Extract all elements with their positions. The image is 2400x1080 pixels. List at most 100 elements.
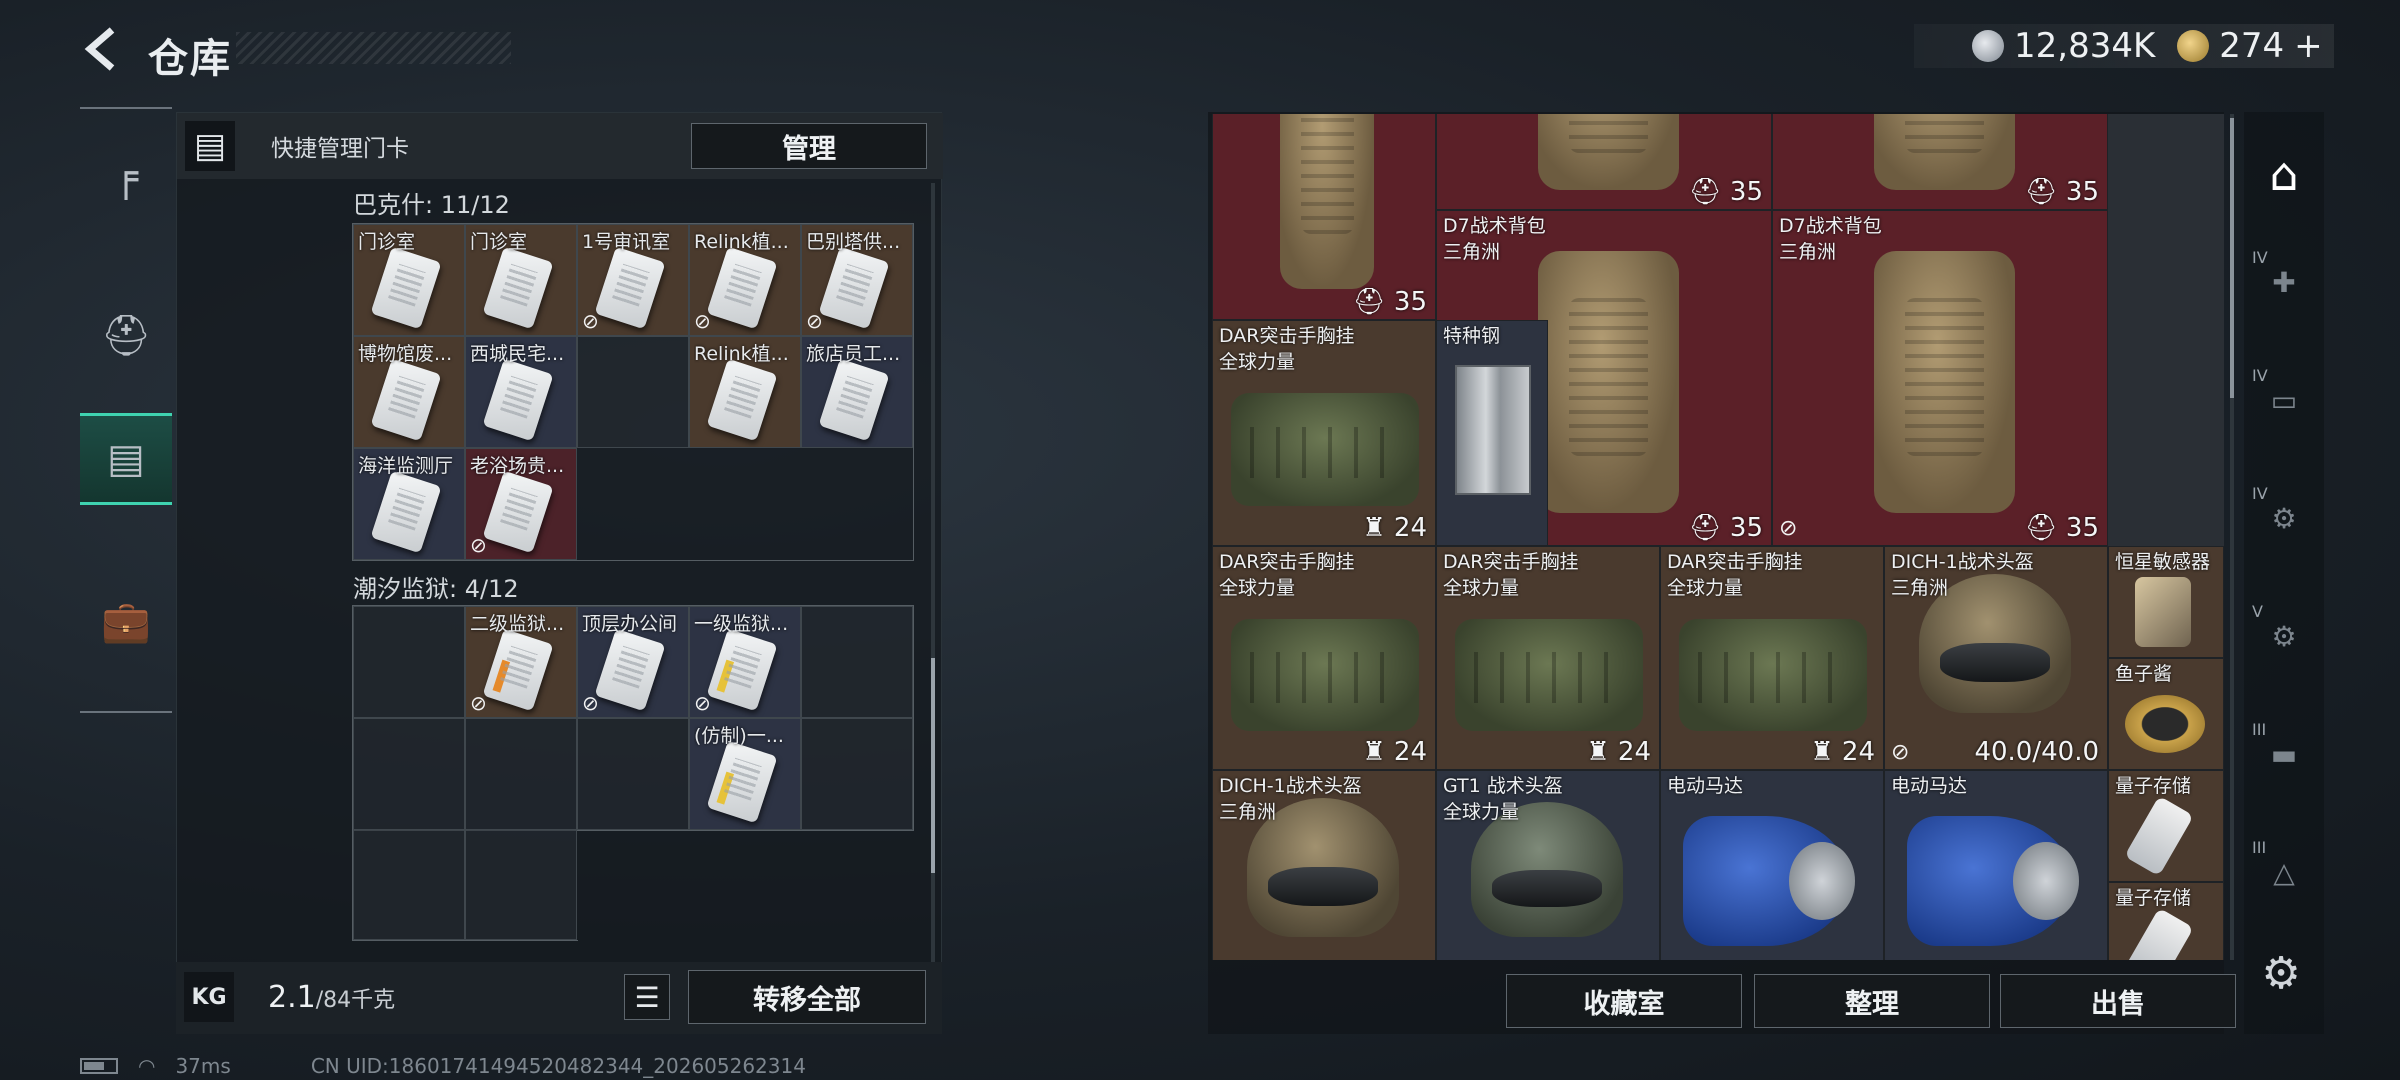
keycard-slot-empty[interactable]: [465, 718, 577, 830]
keycard-slot-empty[interactable]: [801, 718, 913, 830]
keycard-slot-empty[interactable]: [801, 606, 913, 718]
keycard-slot[interactable]: Relink植...: [689, 336, 801, 448]
chest-rig-image: [1678, 618, 1868, 731]
keycard-panel: ▤ 快捷管理门卡 管理 巴克什: 11/12 门诊室 门诊室 1号审讯室 ⊘ Relin…: [176, 112, 943, 1034]
keycard-slot[interactable]: 博物馆废...: [353, 336, 465, 448]
battery-icon: [80, 1058, 118, 1074]
gear-slot-icon: ⚙: [2271, 619, 2297, 653]
stash-item[interactable]: 恒星敏感器: [2108, 546, 2224, 658]
keycard-label: 巴别塔供...: [806, 231, 901, 253]
keycard-slot[interactable]: 1号审讯室 ⊘: [577, 224, 689, 336]
right-nav-item[interactable]: △ III: [2244, 822, 2324, 922]
stash-item[interactable]: 特种钢: [1436, 320, 1548, 546]
sell-button[interactable]: 出售: [2000, 974, 2236, 1028]
item-name: DAR突击手胸挂: [1667, 551, 1803, 573]
right-nav-item[interactable]: ✚ IV: [2244, 232, 2324, 332]
keycard-label: 二级监狱...: [470, 613, 565, 635]
right-nav-item[interactable]: ▭ IV: [2244, 350, 2324, 450]
keycard-slot-empty[interactable]: [577, 336, 689, 448]
stash-item[interactable]: DICH-1战术头盔 三角洲 40.0/40.0 ⊘: [1884, 546, 2108, 770]
stash-item[interactable]: 鱼子酱: [2108, 658, 2224, 770]
stash-item[interactable]: 量子存储: [2108, 882, 2224, 960]
item-faction: 三角洲: [1891, 577, 1949, 599]
keycard-slot-empty[interactable]: [465, 829, 577, 940]
keycard-slot[interactable]: 老浴场贵... ⊘: [465, 448, 577, 560]
item-name: 恒星敏感器: [2115, 551, 2211, 573]
stash-item[interactable]: ⛑ 35: [1212, 114, 1436, 320]
backpack-icon: ⛑: [100, 312, 152, 359]
keycard-label: Relink植...: [694, 231, 789, 253]
back-arrow-icon[interactable]: [78, 24, 124, 74]
settings-gear-icon[interactable]: ⚙: [2256, 948, 2306, 999]
no-transfer-icon: ⊘: [806, 309, 823, 333]
keycard-label: Relink植...: [694, 343, 789, 365]
keycard-panel-header: ▤ 快捷管理门卡 管理: [177, 113, 943, 179]
right-nav-item[interactable]: ▬ III: [2244, 704, 2324, 804]
keycard-slot[interactable]: 门诊室: [465, 224, 577, 336]
stash-item[interactable]: 电动马达: [1884, 770, 2108, 960]
item-name: 量子存储: [2115, 775, 2192, 797]
keycard-slot[interactable]: 西城民宅...: [465, 336, 577, 448]
no-transfer-icon: ⊘: [582, 691, 599, 715]
item-name: D7战术背包: [1443, 215, 1546, 237]
keycard-slot[interactable]: Relink植... ⊘: [689, 224, 801, 336]
section-title-tidal-prison: 潮汐监狱: 4/12: [353, 575, 519, 603]
keycard-label: 一级监狱...: [694, 613, 789, 635]
keycard-scrollbar-track: [931, 183, 935, 1023]
keycard-slot[interactable]: 旅店员工...: [801, 336, 913, 448]
right-nav: ⌂ ✚ IV ▭ IV ⚙ IV ⚙ V ▬ III △ III: [2244, 112, 2324, 1034]
stash-item[interactable]: DAR突击手胸挂 全球力量 ♜ 24: [1436, 546, 1660, 770]
stash-item[interactable]: GT1 战术头盔 全球力量: [1436, 770, 1660, 960]
collection-room-button[interactable]: 收藏室: [1506, 974, 1742, 1028]
add-currency-button[interactable]: +: [2294, 26, 2323, 66]
sort-button[interactable]: 整理: [1754, 974, 1990, 1028]
stash-item[interactable]: ⛑ 35: [1436, 114, 1772, 210]
keycard-slot[interactable]: (仿制)一...: [689, 718, 801, 830]
keycard-scrollbar[interactable]: [931, 658, 935, 873]
nav-weapons[interactable]: ╒: [80, 131, 172, 223]
item-name: D7战术背包: [1779, 215, 1882, 237]
stash-item[interactable]: 电动马达: [1660, 770, 1884, 960]
item-faction: 三角洲: [1219, 801, 1277, 823]
item-durability: ♜ 24: [1362, 513, 1427, 543]
keycard-slot[interactable]: 海洋监测厅: [353, 448, 465, 560]
keycard-slot-empty[interactable]: [353, 718, 465, 830]
backpack-image: [1873, 114, 2015, 190]
chest-rig-image: [1230, 618, 1420, 731]
stash-item[interactable]: DICH-1战术头盔 三角洲: [1212, 770, 1436, 960]
keycard-slot[interactable]: 门诊室: [353, 224, 465, 336]
keycard-slot[interactable]: 顶层办公间 ⊘: [577, 606, 689, 718]
right-nav-item[interactable]: ⚙ IV: [2244, 468, 2324, 568]
keycard-slot-empty[interactable]: [577, 718, 689, 830]
stash-item[interactable]: ⛑ 35: [1772, 114, 2108, 210]
stash-item[interactable]: 量子存储: [2108, 770, 2224, 882]
keycard-slot-empty[interactable]: [353, 606, 465, 718]
keycard-slot-empty[interactable]: [353, 829, 465, 940]
stash-item[interactable]: DAR突击手胸挂 全球力量 ♜ 24: [1212, 546, 1436, 770]
tier-label: IV: [2252, 484, 2268, 503]
nav-keycards[interactable]: ▤: [80, 413, 172, 505]
transfer-all-button[interactable]: 转移全部: [688, 970, 926, 1024]
stash-scrollbar[interactable]: [2230, 118, 2234, 398]
no-transfer-icon: ⊘: [1779, 516, 1798, 541]
keycard-label: 1号审讯室: [582, 231, 671, 253]
keycard-slot[interactable]: 巴别塔供... ⊘: [801, 224, 913, 336]
nav-backpack[interactable]: ⛑: [80, 289, 172, 381]
keycard-slot[interactable]: 一级监狱... ⊘: [689, 606, 801, 718]
stash-item[interactable]: D7战术背包 三角洲 ⛑ 35 ⊘: [1772, 210, 2108, 546]
right-nav-item[interactable]: ⌂: [2244, 124, 2324, 224]
item-durability: ♜ 24: [1810, 737, 1875, 767]
stash-item[interactable]: DAR突击手胸挂 全球力量 ♜ 24: [1212, 320, 1436, 546]
chest-rig-image: [1230, 393, 1420, 507]
gear-slot-icon: ⚙: [2271, 501, 2297, 535]
stash-item[interactable]: DAR突击手胸挂 全球力量 ♜ 24: [1660, 546, 1884, 770]
right-nav-item[interactable]: ⚙ V: [2244, 586, 2324, 686]
item-name: GT1 战术头盔: [1443, 775, 1563, 797]
item-faction: 全球力量: [1219, 577, 1296, 599]
keycard-slot[interactable]: 二级监狱... ⊘: [465, 606, 577, 718]
list-view-button[interactable]: ☰: [624, 974, 670, 1020]
item-durability: ⛑ 35: [1352, 287, 1427, 317]
caviar-image: [2125, 695, 2205, 753]
nav-briefcase[interactable]: 💼: [80, 575, 172, 667]
manage-button[interactable]: 管理: [691, 123, 927, 169]
